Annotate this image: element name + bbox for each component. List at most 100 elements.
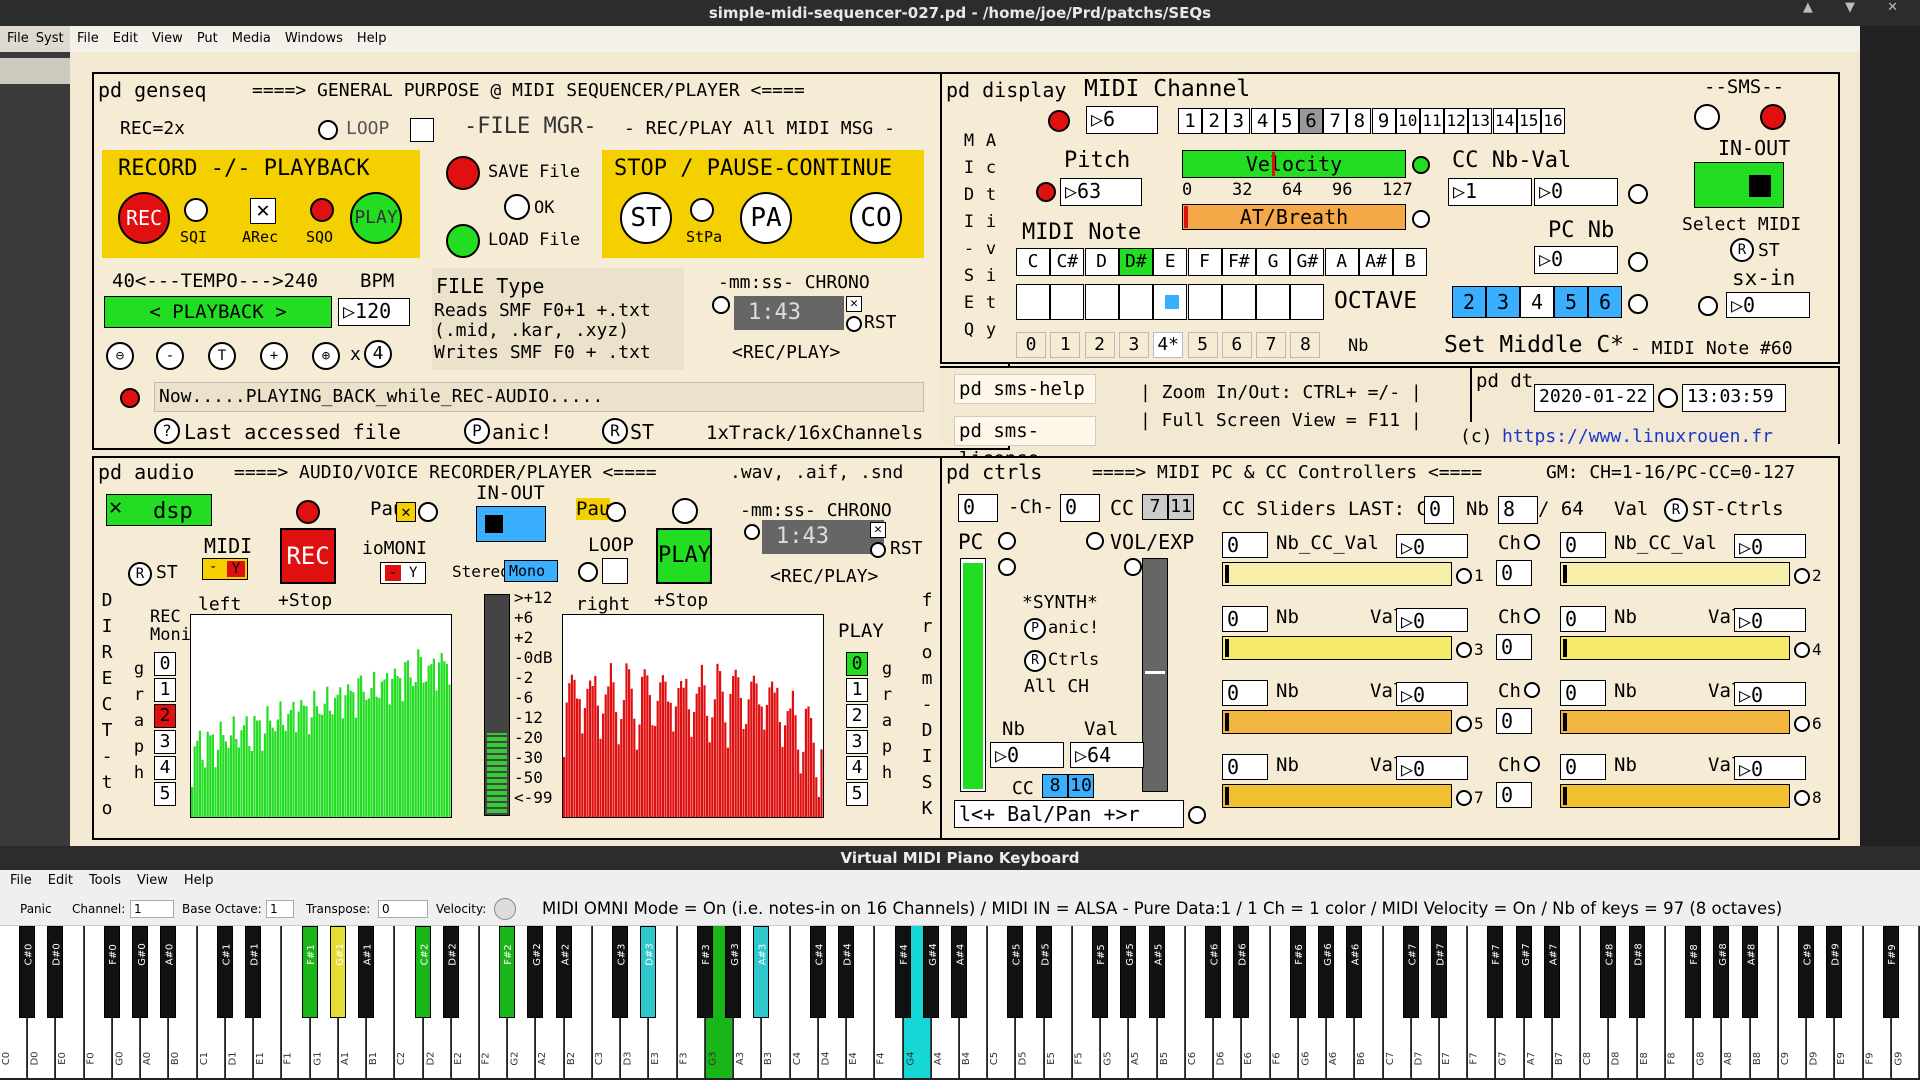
chrono-start-toggle[interactable]: [712, 296, 730, 314]
audio-loop-toggle[interactable]: [578, 562, 598, 582]
tempo-slider[interactable]: < PLAYBACK >: [104, 296, 332, 328]
vol-exp-slider[interactable]: [1142, 558, 1168, 792]
sxin-toggle[interactable]: [1698, 296, 1718, 316]
cc-tab-11[interactable]: 11: [1168, 494, 1194, 520]
bal-pan-slider[interactable]: l<+ Bal/Pan +>r: [954, 800, 1184, 828]
note-Fsharp-button[interactable]: F#: [1221, 248, 1256, 276]
cc-ch-toggle[interactable]: [1524, 608, 1540, 624]
black-key-A#8[interactable]: A#8: [1741, 926, 1758, 1018]
cc-slider-toggle[interactable]: [1794, 568, 1810, 584]
octave-graph-cell[interactable]: [1118, 284, 1153, 320]
black-key-F#1[interactable]: F#1: [301, 926, 318, 1018]
chrono-close-toggle[interactable]: ✕: [846, 296, 862, 312]
black-key-A#7[interactable]: A#7: [1543, 926, 1560, 1018]
black-key-C#2[interactable]: C#2: [414, 926, 431, 1018]
cc-val-number-a[interactable]: ▷0: [1396, 534, 1468, 559]
audio-chrono-start-toggle[interactable]: [744, 524, 760, 540]
black-key-A#5[interactable]: A#5: [1148, 926, 1165, 1018]
sms-in-toggle[interactable]: [1694, 104, 1720, 130]
cc-nb-number[interactable]: ▷1: [1448, 178, 1532, 206]
black-key-F#8[interactable]: F#8: [1685, 926, 1702, 1018]
pau-right-toggle[interactable]: [606, 502, 626, 522]
synth-panic-button[interactable]: P: [1024, 618, 1046, 640]
octave-5-button[interactable]: 5: [1554, 286, 1588, 318]
arec-toggle[interactable]: ✕: [250, 198, 276, 224]
vmpk-menu-tools[interactable]: Tools: [89, 873, 121, 888]
save-file-button[interactable]: [446, 156, 480, 190]
octave-num-1[interactable]: 1: [1050, 332, 1081, 358]
sqo-toggle[interactable]: [310, 198, 334, 222]
audio-st-button[interactable]: R: [128, 562, 152, 586]
cc-num-b[interactable]: 0: [1560, 606, 1606, 632]
play-moni-3[interactable]: 3: [846, 730, 868, 754]
cc-num-a[interactable]: 0: [1222, 606, 1268, 632]
note-E-button[interactable]: E: [1153, 248, 1188, 276]
vmpk-channel-spinbox[interactable]: 1: [130, 900, 174, 918]
inout-toggle[interactable]: [1694, 162, 1784, 208]
black-key-F#0[interactable]: F#0: [103, 926, 120, 1018]
vmpk-panic-button[interactable]: Panic: [20, 892, 52, 926]
black-key-A#1[interactable]: A#1: [358, 926, 375, 1018]
menu-help[interactable]: Help: [357, 31, 387, 46]
black-key-F#2[interactable]: F#2: [499, 926, 516, 1018]
cc-slider-toggle[interactable]: [1794, 642, 1810, 658]
rec-moni-0[interactable]: 0: [154, 652, 176, 676]
play-moni-4[interactable]: 4: [846, 756, 868, 780]
note-Asharp-button[interactable]: A#: [1359, 248, 1393, 276]
x4-button[interactable]: 4: [364, 340, 392, 368]
channel-11-button[interactable]: 11: [1420, 108, 1444, 134]
vmpk-transpose-spinbox[interactable]: 0: [378, 900, 428, 918]
rec2x-toggle[interactable]: [318, 120, 338, 140]
cc-val-number-a[interactable]: ▷0: [1396, 682, 1468, 707]
rec-moni-2[interactable]: 2: [154, 704, 176, 728]
black-key-F#4[interactable]: F#4: [894, 926, 911, 1018]
black-key-C#7[interactable]: C#7: [1402, 926, 1419, 1018]
cc-slider-toggle[interactable]: [1456, 568, 1472, 584]
play-moni-2[interactable]: 2: [846, 704, 868, 728]
black-key-D#5[interactable]: D#5: [1035, 926, 1052, 1018]
channel-14-button[interactable]: 14: [1492, 108, 1517, 134]
black-key-C#6[interactable]: C#6: [1205, 926, 1222, 1018]
play-moni-0[interactable]: 0: [846, 652, 868, 676]
octave-2-button[interactable]: 2: [1452, 286, 1486, 318]
channel-4-button[interactable]: 4: [1250, 108, 1275, 134]
pc-toggle-b[interactable]: [998, 558, 1016, 576]
menu-put[interactable]: Put: [197, 31, 218, 46]
rec-moni-3[interactable]: 3: [154, 730, 176, 754]
octave-graph-cell[interactable]: [1050, 284, 1085, 320]
stpa-toggle[interactable]: [690, 198, 714, 222]
black-key-A#0[interactable]: A#0: [160, 926, 177, 1018]
cc-ch-number[interactable]: 0: [1496, 708, 1532, 734]
cc-val-number-a[interactable]: ▷0: [1396, 756, 1468, 781]
tempo-reset-button[interactable]: T: [208, 342, 236, 370]
cc-num-a[interactable]: 0: [1222, 532, 1268, 558]
black-key-G#0[interactable]: G#0: [132, 926, 149, 1018]
cc-slider-a[interactable]: [1222, 710, 1452, 734]
bpm-number[interactable]: ▷120: [338, 298, 410, 326]
last-file-button[interactable]: ?: [154, 418, 180, 444]
cc-val-number-a[interactable]: ▷0: [1396, 608, 1468, 633]
cc2-tab-8[interactable]: 8: [1042, 774, 1068, 798]
vol-val-number[interactable]: ▷64: [1070, 742, 1144, 768]
black-key-D#6[interactable]: D#6: [1233, 926, 1250, 1018]
cc-val-number-b[interactable]: ▷0: [1734, 608, 1806, 633]
play-button[interactable]: PLAY: [350, 192, 402, 244]
dsp-toggle[interactable]: ✕ dsp: [106, 494, 212, 526]
cc-tab-7[interactable]: 7: [1142, 494, 1168, 520]
black-key-G#1[interactable]: G#1: [329, 926, 346, 1018]
octave-graph-cell[interactable]: [1153, 284, 1188, 320]
iomoni-toggle[interactable]: -Y: [380, 562, 426, 584]
st-ctrls-button[interactable]: R: [1664, 498, 1688, 522]
octave-3-button[interactable]: 3: [1486, 286, 1520, 318]
black-key-G#7[interactable]: G#7: [1515, 926, 1532, 1018]
cc-slider-toggle[interactable]: [1794, 716, 1810, 732]
velocity-slider[interactable]: Velocity: [1182, 150, 1406, 178]
tempo-increase-lg-button[interactable]: ⊕: [312, 342, 340, 370]
audio-chrono-close-toggle[interactable]: ✕: [870, 522, 886, 538]
cc-slider-toggle[interactable]: [1794, 790, 1810, 806]
menu-edit[interactable]: Edit: [113, 31, 138, 46]
at-breath-slider[interactable]: AT/Breath: [1182, 204, 1406, 230]
channel-1-button[interactable]: 1: [1178, 108, 1202, 134]
octave-num-5[interactable]: 5: [1187, 332, 1218, 358]
sqi-toggle[interactable]: [184, 198, 208, 222]
